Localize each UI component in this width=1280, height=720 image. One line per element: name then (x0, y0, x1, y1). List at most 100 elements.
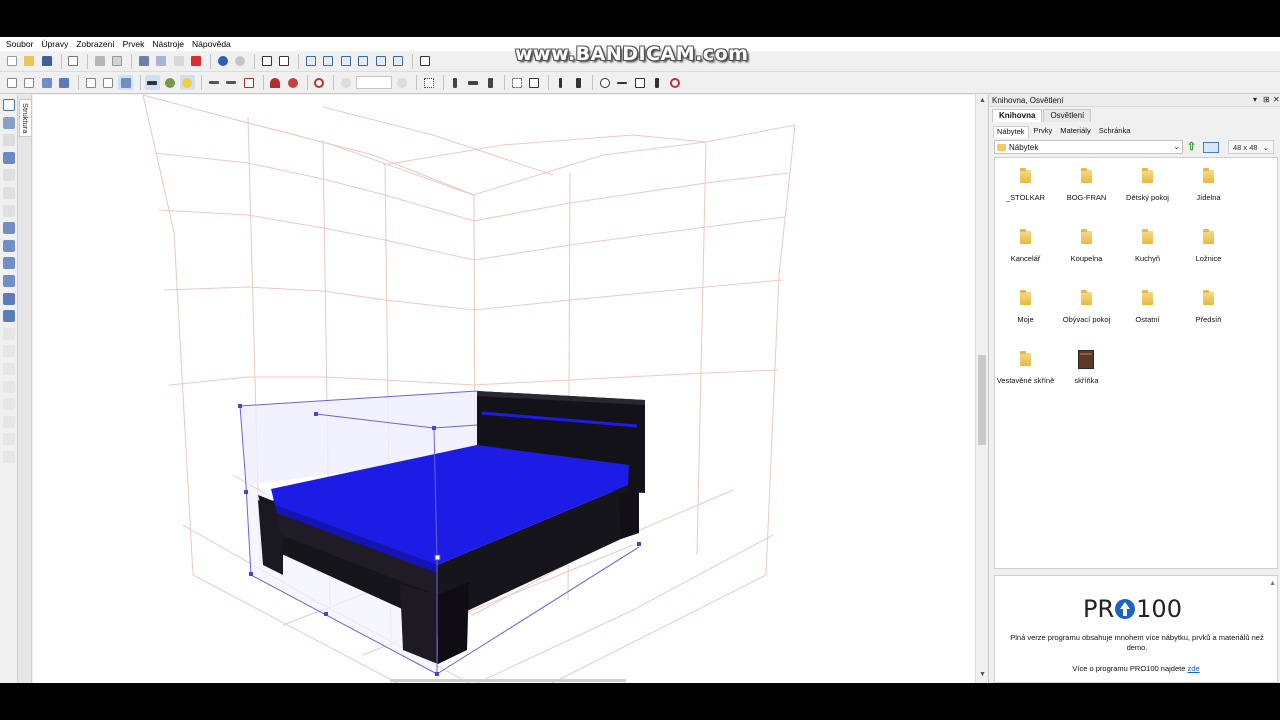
selection-handle[interactable] (435, 672, 439, 676)
disabled-tool-icon[interactable] (3, 327, 15, 340)
scroll-up-icon[interactable]: ▲ (979, 97, 986, 104)
grid-icon[interactable] (241, 75, 256, 90)
view-wire-icon[interactable] (83, 75, 98, 90)
disabled-tool-icon[interactable] (3, 398, 15, 411)
library-item[interactable]: Ložnice (1178, 219, 1239, 277)
library-item[interactable]: BOG-FRAN (1056, 158, 1117, 216)
scene-canvas[interactable] (33, 95, 975, 683)
move-cross-icon[interactable] (615, 75, 630, 90)
zoom-out-icon[interactable] (395, 75, 410, 90)
layout-4-icon[interactable] (356, 54, 371, 69)
promo-more-link[interactable]: zde (1187, 664, 1199, 673)
subtab-materialy[interactable]: Materiály (1057, 126, 1093, 138)
scroll-thumb[interactable] (978, 355, 986, 445)
warning-icon[interactable] (632, 75, 647, 90)
align-tool-icon[interactable] (3, 257, 15, 270)
view-hidden-icon[interactable] (101, 75, 116, 90)
selection-handle[interactable] (324, 612, 328, 616)
disabled-tool-icon[interactable] (3, 415, 15, 428)
icon-size-select[interactable]: 48 x 48 ⌄ (1228, 140, 1274, 154)
menu-upravy[interactable]: Úpravy (37, 39, 72, 49)
open-folder-icon[interactable] (22, 54, 37, 69)
library-item[interactable]: Moje (995, 280, 1056, 338)
rotate-tool-icon[interactable] (3, 134, 15, 147)
select-arrow-icon[interactable] (3, 99, 15, 111)
rotate-icon[interactable] (597, 75, 612, 90)
library-item[interactable]: _STOLKAR (995, 158, 1056, 216)
library-item[interactable]: Vestavěné skříně (995, 341, 1056, 399)
selection-handle[interactable] (238, 404, 242, 408)
disabled-tool-icon[interactable] (3, 204, 15, 217)
folder-up-icon[interactable]: ⇧ (1187, 140, 1199, 154)
align-tool-icon[interactable] (3, 274, 15, 287)
align-tool-icon[interactable] (3, 310, 15, 323)
align-tool-icon[interactable] (3, 222, 15, 235)
align-tool-icon[interactable] (3, 239, 15, 252)
view-side-icon[interactable] (22, 75, 37, 90)
select-all-icon[interactable] (421, 75, 436, 90)
zoom-icon[interactable] (338, 75, 353, 90)
3d-viewport[interactable] (33, 95, 975, 683)
tab-osvetleni[interactable]: Osvětlení (1043, 109, 1092, 122)
move-diag-icon[interactable] (483, 75, 498, 90)
library-item[interactable]: Koupelna (1056, 219, 1117, 277)
redo-icon[interactable] (233, 54, 248, 69)
library-item[interactable]: skříňka (1056, 341, 1117, 399)
zoom-field[interactable] (355, 76, 392, 89)
resize-tool-icon[interactable] (3, 151, 15, 164)
paste-icon[interactable] (171, 54, 186, 69)
view-front-icon[interactable] (4, 75, 19, 90)
properties-icon[interactable] (259, 54, 274, 69)
subtab-schranka[interactable]: Schránka (1096, 126, 1134, 138)
scroll-up-icon[interactable]: ▲ (1269, 580, 1276, 587)
snap-icon[interactable] (285, 75, 300, 90)
ruler-icon[interactable] (224, 75, 239, 90)
light-icon[interactable] (179, 75, 195, 90)
structure-tab[interactable]: Struktura (18, 95, 32, 683)
view-top-icon[interactable] (39, 75, 54, 90)
library-item[interactable]: Ostatní (1117, 280, 1178, 338)
selection-handle[interactable] (244, 490, 248, 494)
measure-icon[interactable] (144, 75, 160, 90)
copy-icon[interactable] (154, 54, 169, 69)
move-up-icon[interactable] (448, 75, 463, 90)
undo-icon[interactable] (215, 54, 230, 69)
disabled-tool-icon[interactable] (3, 380, 15, 393)
library-item[interactable]: Obývací pokoj (1056, 280, 1117, 338)
new-file-icon[interactable] (4, 54, 19, 69)
disabled-tool-icon[interactable] (3, 433, 15, 446)
stop-icon[interactable] (667, 75, 682, 90)
view-solid-icon[interactable] (118, 75, 133, 90)
delete-icon[interactable] (189, 54, 204, 69)
menu-prvek[interactable]: Prvek (119, 39, 149, 49)
tab-knihovna[interactable]: Knihovna (992, 109, 1043, 122)
selection-handle[interactable] (637, 542, 641, 546)
disabled-tool-icon[interactable] (3, 362, 15, 375)
panel-pin-icon[interactable]: ⊞ (1263, 95, 1270, 104)
viewport-vertical-scrollbar[interactable]: ▲ ▼ (975, 95, 987, 683)
viewport-horizontal-scrollbar[interactable] (390, 679, 626, 682)
library-item[interactable]: Kancelář (995, 219, 1056, 277)
library-path-select[interactable]: Nábytek ⌄ (994, 140, 1183, 154)
layout-1-icon[interactable] (303, 54, 318, 69)
layout-6-icon[interactable] (391, 54, 406, 69)
library-item[interactable]: Dětský pokoj (1117, 158, 1178, 216)
rotate-x-icon[interactable] (553, 75, 568, 90)
flag-icon[interactable] (650, 75, 665, 90)
materials-icon[interactable] (162, 75, 177, 90)
panel-close-icon[interactable]: ✕ (1273, 95, 1280, 104)
disabled-tool-icon[interactable] (3, 169, 15, 182)
layout-2-icon[interactable] (321, 54, 336, 69)
view-3d-icon[interactable] (57, 75, 72, 90)
move-side-icon[interactable] (465, 75, 480, 90)
selection-handle[interactable] (432, 426, 436, 430)
disabled-tool-icon[interactable] (3, 345, 15, 358)
library-item[interactable]: Předsíň (1178, 280, 1239, 338)
view-mode-icon[interactable] (1203, 142, 1219, 153)
scroll-down-icon[interactable]: ▼ (979, 671, 986, 678)
layout-5-icon[interactable] (373, 54, 388, 69)
align-1-icon[interactable] (509, 75, 524, 90)
structure-tab-label[interactable]: Struktura (19, 99, 32, 138)
subtab-prvky[interactable]: Prvky (1031, 126, 1056, 138)
subtab-nabytek[interactable]: Nábytek (993, 126, 1029, 138)
